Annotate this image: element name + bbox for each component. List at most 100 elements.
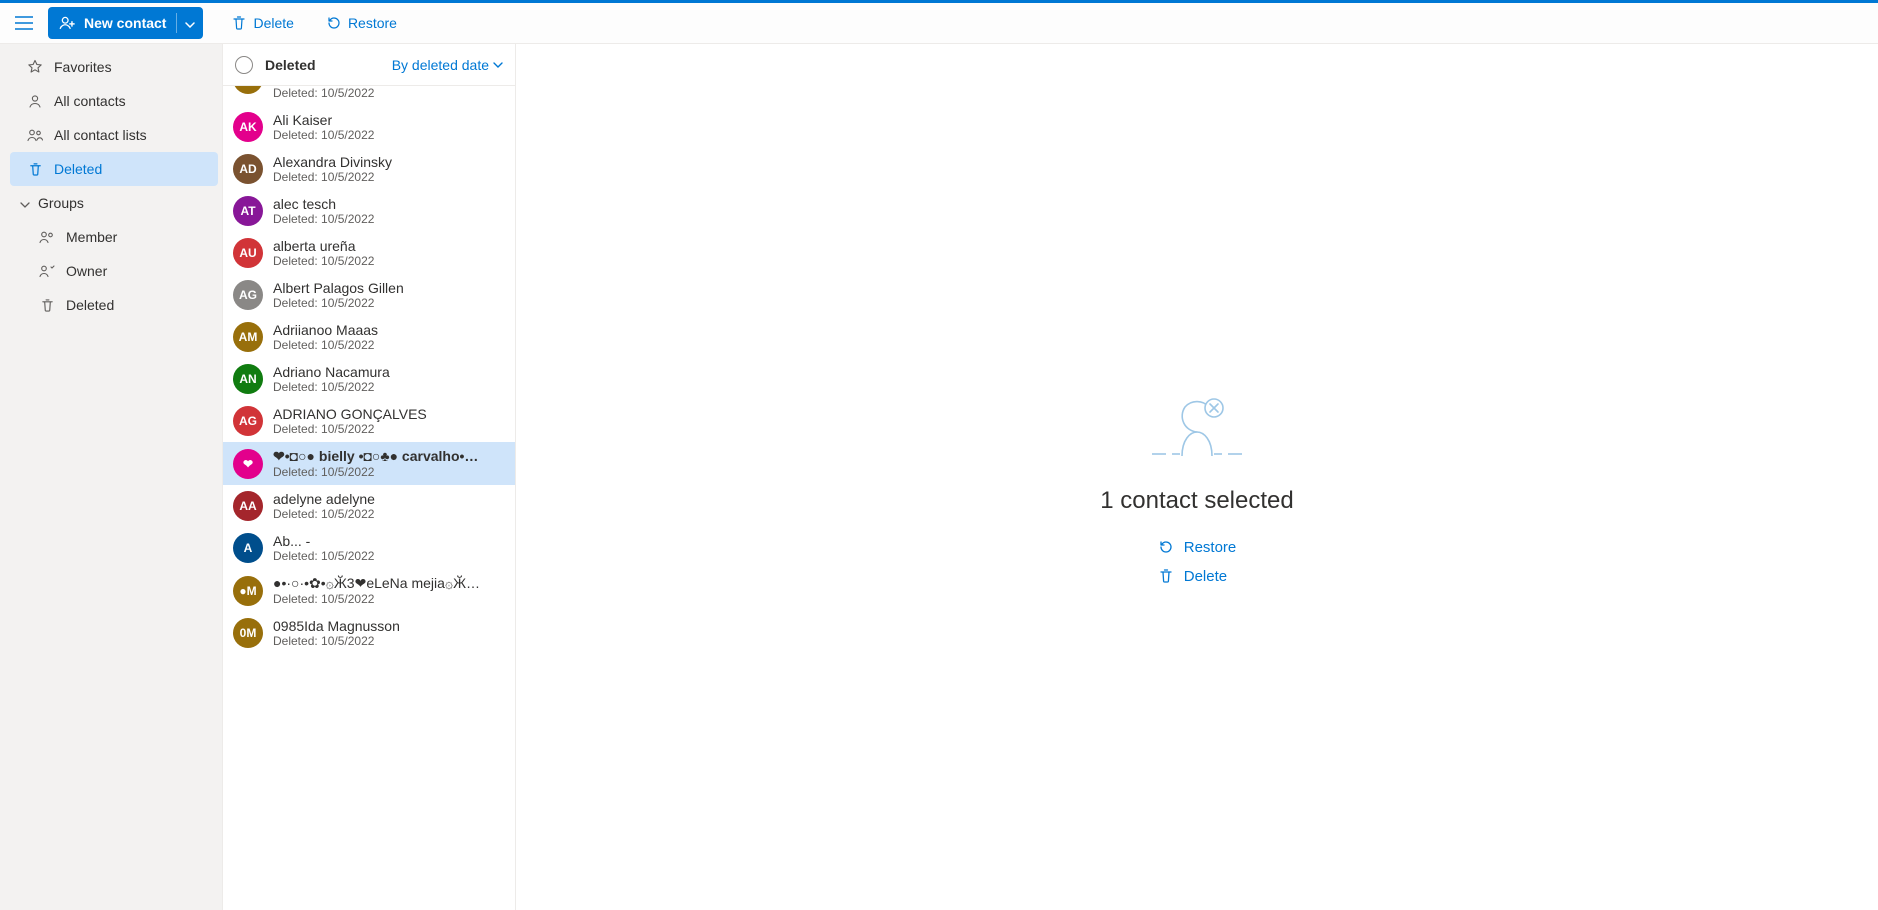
chevron-down-icon <box>493 62 503 68</box>
contact-deleted-date: Deleted: 10/5/2022 <box>273 465 483 479</box>
sidebar-group-header-groups[interactable]: Groups <box>0 186 222 220</box>
contact-info: Ali KaiserDeleted: 10/5/2022 <box>273 112 374 142</box>
contact-info: alberta ureñaDeleted: 10/5/2022 <box>273 238 374 268</box>
detail-delete-button[interactable]: Delete <box>1158 566 1237 587</box>
new-contact-label: New contact <box>84 15 166 31</box>
sidebar-item-all-contacts[interactable]: All contacts <box>0 84 222 118</box>
chevron-down-icon <box>185 22 195 28</box>
contact-row[interactable]: AG Albert Palagos GillenDeleted: 10/5/202… <box>223 274 515 316</box>
contact-list[interactable]: Deleted: 10/5/2022AKAli KaiserDeleted: 1… <box>223 86 515 910</box>
contact-row[interactable]: AN Adriano NacamuraDeleted: 10/5/2022 <box>223 358 515 400</box>
contact-info: ●•·○·•✿•۞Ӂ3❤eLeNa mejia۞Ӂ3❤●•·○·•✿Delete… <box>273 575 483 606</box>
avatar: 0M <box>233 618 263 648</box>
contact-row[interactable]: AK Ali KaiserDeleted: 10/5/2022 <box>223 106 515 148</box>
contact-deleted-date: Deleted: 10/5/2022 <box>273 338 378 352</box>
contact-info: Alexandra DivinskyDeleted: 10/5/2022 <box>273 154 392 184</box>
list-header: Deleted By deleted date <box>223 44 515 86</box>
trash-icon <box>1158 568 1174 584</box>
contact-info: adelyne adelyneDeleted: 10/5/2022 <box>273 491 375 521</box>
restore-label: Restore <box>348 15 397 31</box>
sidebar-group-item-member[interactable]: Member <box>38 220 222 254</box>
sidebar-group-item-deleted[interactable]: Deleted <box>38 288 222 322</box>
contact-info: Adriano NacamuraDeleted: 10/5/2022 <box>273 364 390 394</box>
detail-restore-label: Restore <box>1184 539 1237 556</box>
contact-deleted-date: Deleted: 10/5/2022 <box>273 422 427 436</box>
contact-row[interactable]: AAb... -Deleted: 10/5/2022 <box>223 527 515 569</box>
contact-deleted-date: Deleted: 10/5/2022 <box>273 549 374 563</box>
contact-row[interactable]: AMAdriianoo MaaasDeleted: 10/5/2022 <box>223 316 515 358</box>
people-icon <box>26 127 44 143</box>
contact-row[interactable]: AD Alexandra DivinskyDeleted: 10/5/2022 <box>223 148 515 190</box>
sidebar-group-label: Groups <box>38 195 84 211</box>
contact-name: 0985Ida Magnusson <box>273 618 400 634</box>
new-contact-dropdown[interactable] <box>177 15 203 31</box>
avatar: AA <box>233 491 263 521</box>
contact-row[interactable]: ●M●•·○·•✿•۞Ӂ3❤eLeNa mejia۞Ӂ3❤●•·○·•✿Dele… <box>223 569 515 612</box>
contact-deleted-date: Deleted: 10/5/2022 <box>273 254 374 268</box>
avatar <box>233 86 263 94</box>
sidebar-item-label: Deleted <box>54 161 102 177</box>
sidebar-item-favorites[interactable]: Favorites <box>0 50 222 84</box>
restore-icon <box>1158 539 1174 555</box>
sidebar-item-label: Owner <box>66 263 107 279</box>
avatar: AD <box>233 154 263 184</box>
chevron-down-icon <box>20 195 30 211</box>
contact-row[interactable]: Deleted: 10/5/2022 <box>223 86 515 106</box>
contact-row[interactable]: AA adelyne adelyneDeleted: 10/5/2022 <box>223 485 515 527</box>
sidebar-item-all-contact-lists[interactable]: All contact lists <box>0 118 222 152</box>
sort-button[interactable]: By deleted date <box>392 57 503 73</box>
contact-row[interactable]: AUalberta ureñaDeleted: 10/5/2022 <box>223 232 515 274</box>
trash-icon <box>26 162 44 177</box>
contact-info: Albert Palagos GillenDeleted: 10/5/2022 <box>273 280 404 310</box>
selection-count-text: 1 contact selected <box>1100 487 1293 515</box>
sidebar-item-deleted[interactable]: Deleted <box>10 152 218 186</box>
contact-deleted-date: Deleted: 10/5/2022 <box>273 128 374 142</box>
avatar: AK <box>233 112 263 142</box>
sidebar-group-item-owner[interactable]: Owner <box>38 254 222 288</box>
contact-row[interactable]: AG ADRIANO GONÇALVESDeleted: 10/5/2022 <box>223 400 515 442</box>
contact-info: 0985Ida MagnussonDeleted: 10/5/2022 <box>273 618 400 648</box>
contact-name: Adriano Nacamura <box>273 364 390 380</box>
avatar: AN <box>233 364 263 394</box>
contact-name: adelyne adelyne <box>273 491 375 507</box>
person-icon <box>26 93 44 109</box>
detail-restore-button[interactable]: Restore <box>1158 537 1237 558</box>
contact-deleted-date: Deleted: 10/5/2022 <box>273 170 392 184</box>
sidebar-item-label: Member <box>66 229 117 245</box>
contact-row[interactable]: ❤❤•◘○● bielly •◘○♣● carvalho•◘○♦☺…Delete… <box>223 442 515 485</box>
new-contact-button[interactable]: New contact <box>48 7 203 39</box>
delete-button[interactable]: Delete <box>219 7 305 39</box>
contact-name: Ali Kaiser <box>273 112 374 128</box>
contact-info: ❤•◘○● bielly •◘○♣● carvalho•◘○♦☺…Deleted… <box>273 448 483 479</box>
sidebar-item-label: All contact lists <box>54 127 147 143</box>
avatar: A <box>233 533 263 563</box>
contact-name: Alexandra Divinsky <box>273 154 392 170</box>
contact-deleted-date: Deleted: 10/5/2022 <box>273 634 400 648</box>
empty-state-illustration <box>1122 368 1272 463</box>
contact-info: Deleted: 10/5/2022 <box>273 86 374 100</box>
restore-button[interactable]: Restore <box>314 7 409 39</box>
avatar: AT <box>233 196 263 226</box>
contact-info: ADRIANO GONÇALVESDeleted: 10/5/2022 <box>273 406 427 436</box>
owner-icon <box>38 263 56 279</box>
delete-label: Delete <box>253 15 293 31</box>
contact-name: Albert Palagos Gillen <box>273 280 404 296</box>
select-all-checkbox[interactable] <box>235 56 253 74</box>
sidebar-item-label: Deleted <box>66 297 114 313</box>
avatar: AG <box>233 406 263 436</box>
sidebar: Favorites All contacts All contact lists… <box>0 44 223 910</box>
contact-row[interactable]: 0M 0985Ida MagnussonDeleted: 10/5/2022 <box>223 612 515 654</box>
detail-pane: 1 contact selected Restore Delete <box>516 44 1878 910</box>
nav-toggle-button[interactable] <box>8 7 40 39</box>
contact-row[interactable]: ATalec teschDeleted: 10/5/2022 <box>223 190 515 232</box>
avatar: AG <box>233 280 263 310</box>
contact-deleted-date: Deleted: 10/5/2022 <box>273 212 374 226</box>
member-icon <box>38 229 56 245</box>
list-title: Deleted <box>265 57 316 73</box>
contact-deleted-date: Deleted: 10/5/2022 <box>273 592 483 606</box>
restore-icon <box>326 15 342 31</box>
contact-deleted-date: Deleted: 10/5/2022 <box>273 507 375 521</box>
trash-icon <box>231 15 247 31</box>
new-contact-icon <box>58 14 76 32</box>
contact-name: ●•·○·•✿•۞Ӂ3❤eLeNa mejia۞Ӂ3❤●•·○·•✿ <box>273 575 483 592</box>
